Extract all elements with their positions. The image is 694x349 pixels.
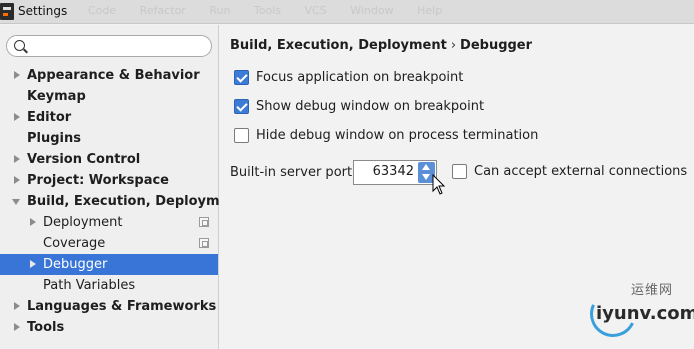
show-debug-checkbox[interactable] [234, 99, 249, 114]
breadcrumb: Build, Execution, Deployment › Debugger [230, 38, 532, 53]
sidebar-item-label: Appearance & Behavior [27, 68, 200, 83]
project-scope-icon [199, 238, 209, 248]
hide-debug-label: Hide debug window on process termination [256, 128, 539, 143]
app-logo-icon [0, 3, 14, 20]
window-title: Settings [18, 4, 68, 18]
focus-app-checkbox[interactable] [234, 70, 249, 85]
sidebar-item-label: Path Variables [43, 278, 136, 293]
sidebar-item-label: Deployment [43, 215, 123, 230]
sidebar-item-plugins[interactable]: Plugins [0, 128, 218, 149]
settings-sidebar: Appearance & Behavior Keymap Editor Plug… [0, 25, 244, 349]
external-connections-label: Can accept external connections [474, 164, 688, 179]
hide-debug-checkbox[interactable] [234, 128, 249, 143]
sidebar-item-keymap[interactable]: Keymap [0, 86, 218, 107]
sidebar-item-languages[interactable]: Languages & Frameworks [0, 296, 218, 317]
sidebar-item-path-variables[interactable]: Path Variables [0, 275, 218, 296]
sidebar-item-label: Editor [27, 110, 72, 125]
sidebar-item-editor[interactable]: Editor [0, 107, 218, 128]
chevron-right-icon[interactable] [12, 170, 22, 191]
sidebar-item-tools[interactable]: Tools [0, 317, 218, 338]
title-bar: Settings Code Refactor Run Tools VCS Win… [0, 0, 694, 24]
ghost-menu-item: Refactor [139, 4, 186, 17]
sidebar-item-label: Keymap [27, 89, 86, 104]
breadcrumb-separator: › [450, 38, 457, 53]
sidebar-item-debugger[interactable]: Debugger [0, 254, 218, 275]
spinner-up-icon[interactable] [422, 164, 430, 170]
mouse-cursor-icon [432, 174, 446, 195]
chevron-right-icon[interactable] [12, 317, 22, 338]
breadcrumb-current: Debugger [460, 38, 533, 53]
ghost-menu-item: Tools [253, 4, 282, 17]
focus-app-label: Focus application on breakpoint [256, 70, 464, 85]
server-port-value[interactable]: 63342 [373, 164, 414, 179]
server-port-input[interactable]: 63342 [353, 160, 437, 185]
chevron-right-icon[interactable] [28, 212, 38, 233]
sidebar-item-label: Coverage [43, 236, 106, 251]
chevron-right-icon[interactable] [12, 107, 22, 128]
sidebar-item-build[interactable]: Build, Execution, Deployment [0, 191, 244, 212]
sidebar-item-project[interactable]: Project: Workspace [0, 170, 218, 191]
sidebar-item-label: Tools [27, 320, 65, 335]
chevron-down-icon[interactable] [12, 191, 22, 212]
site-watermark: 运维网 iyunv.com [583, 277, 694, 347]
ghost-menu-item: Help [417, 4, 443, 17]
background-menu-bar: Code Refactor Run Tools VCS Window Help [88, 4, 462, 17]
breadcrumb-parent: Build, Execution, Deployment [230, 38, 447, 53]
sidebar-item-label: Languages & Frameworks [27, 299, 217, 314]
external-connections-checkbox[interactable] [452, 164, 467, 179]
sidebar-item-label: Debugger [43, 257, 108, 272]
chevron-right-icon[interactable] [12, 149, 22, 170]
ghost-menu-item: Window [350, 4, 394, 17]
sidebar-item-coverage[interactable]: Coverage [0, 233, 218, 254]
watermark-top-text: 运维网 [631, 283, 674, 298]
chevron-right-icon[interactable] [12, 65, 22, 86]
sidebar-item-label: Version Control [27, 152, 141, 167]
project-scope-icon [199, 217, 209, 227]
show-debug-label: Show debug window on breakpoint [256, 99, 485, 114]
ghost-menu-item: VCS [304, 4, 327, 17]
spinner-down-icon[interactable] [422, 174, 430, 180]
ghost-menu-item: Code [88, 4, 117, 17]
watermark-bottom-text: iyunv.com [596, 303, 694, 324]
ghost-menu-item: Run [209, 4, 231, 17]
sidebar-item-appearance[interactable]: Appearance & Behavior [0, 65, 218, 86]
sidebar-item-version-control[interactable]: Version Control [0, 149, 218, 170]
sidebar-item-label: Build, Execution, Deployment [27, 194, 244, 209]
chevron-right-icon[interactable] [28, 254, 38, 275]
search-input[interactable] [6, 35, 212, 57]
chevron-right-icon[interactable] [12, 296, 22, 317]
search-icon [14, 40, 25, 51]
server-port-label: Built-in server port: [230, 165, 357, 180]
sidebar-item-deployment[interactable]: Deployment [0, 212, 218, 233]
sidebar-item-label: Plugins [27, 131, 81, 146]
sidebar-item-label: Project: Workspace [27, 173, 169, 188]
